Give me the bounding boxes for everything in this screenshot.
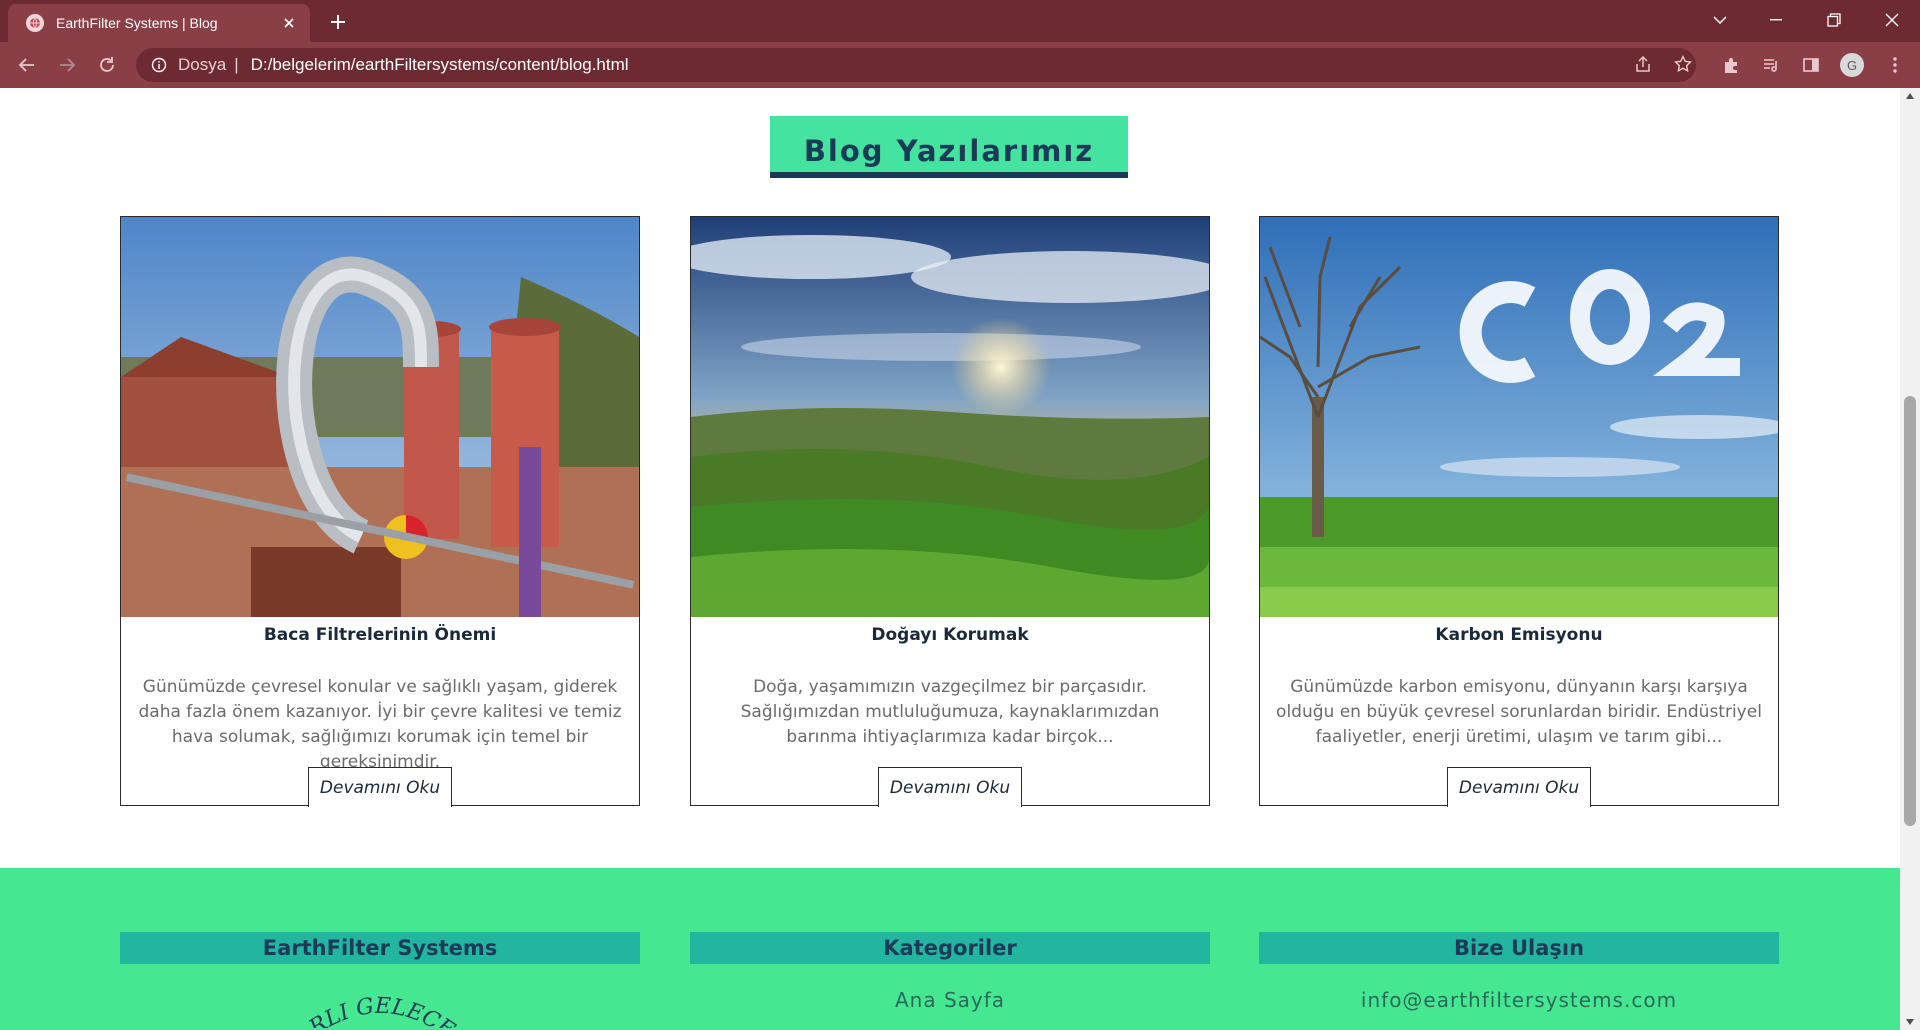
media-queue-icon[interactable] bbox=[1756, 50, 1786, 80]
footer-col-categories: Kategoriler Ana Sayfa bbox=[690, 932, 1210, 1012]
back-arrow-icon[interactable] bbox=[12, 50, 42, 80]
blog-heading-text: Blog Yazılarımız bbox=[803, 134, 1095, 168]
site-footer: EarthFilter Systems ...RLI GELECEK Kateg… bbox=[0, 868, 1900, 1030]
read-more-button[interactable]: Devamını Oku bbox=[1447, 767, 1591, 807]
info-icon[interactable] bbox=[150, 56, 168, 74]
blog-section-heading: Blog Yazılarımız bbox=[770, 116, 1128, 178]
page-viewport: Blog Yazılarımız Baca Filtrelerinin Önem… bbox=[0, 88, 1900, 1030]
bookmark-star-icon[interactable] bbox=[1668, 47, 1698, 81]
restore-icon[interactable] bbox=[1806, 0, 1862, 40]
browser-toolbar: Dosya | D:/belgelerim/earthFiltersystems… bbox=[0, 42, 1920, 88]
sunset-landscape-photo bbox=[691, 217, 1209, 617]
footer-link-home[interactable]: Ana Sayfa bbox=[690, 988, 1210, 1012]
close-tab-icon[interactable] bbox=[280, 14, 298, 32]
footer-col-brand: EarthFilter Systems ...RLI GELECEK bbox=[120, 932, 640, 1028]
tab-bar: EarthFilter Systems | Blog bbox=[0, 0, 1920, 42]
chimney-flue-photo bbox=[121, 217, 639, 617]
post-title[interactable]: Karbon Emisyonu bbox=[1260, 625, 1778, 645]
post-excerpt: Doğa, yaşamımızın vazgeçilmez bir parças… bbox=[740, 677, 1160, 747]
read-more-button[interactable]: Devamını Oku bbox=[308, 767, 452, 807]
reload-icon[interactable] bbox=[92, 50, 122, 80]
footer-logo: ...RLI GELECEK bbox=[120, 988, 640, 1028]
url-text[interactable]: D:/belgelerim/earthFiltersystems/content… bbox=[251, 55, 629, 75]
scroll-up-arrow-icon[interactable] bbox=[1900, 88, 1920, 104]
post-excerpt: Günümüzde karbon emisyonu, dünyanın karş… bbox=[1276, 677, 1762, 747]
address-bar[interactable]: Dosya | D:/belgelerim/earthFiltersystems… bbox=[136, 48, 1696, 82]
scrollbar-thumb[interactable] bbox=[1904, 396, 1916, 826]
minimize-icon[interactable] bbox=[1748, 0, 1804, 40]
tab-title: EarthFilter Systems | Blog bbox=[56, 15, 218, 31]
post-excerpt: Günümüzde çevresel konular ve sağlıklı y… bbox=[138, 677, 622, 772]
post-title[interactable]: Doğayı Korumak bbox=[691, 625, 1209, 645]
tab-search-icon[interactable] bbox=[1692, 0, 1748, 40]
footer-contact-heading: Bize Ulaşın bbox=[1259, 932, 1779, 964]
footer-brand-heading: EarthFilter Systems bbox=[120, 932, 640, 964]
post-title[interactable]: Baca Filtrelerinin Önemi bbox=[121, 625, 639, 645]
scheme-separator: | bbox=[234, 55, 239, 74]
side-panel-icon[interactable] bbox=[1796, 50, 1826, 80]
footer-categories-heading: Kategoriler bbox=[690, 932, 1210, 964]
forward-arrow-icon[interactable] bbox=[52, 50, 82, 80]
new-tab-icon[interactable] bbox=[324, 8, 352, 36]
page-scrollbar[interactable] bbox=[1900, 88, 1920, 1030]
blog-card-carbon-emission: Karbon Emisyonu Günümüzde karbon emisyon… bbox=[1259, 216, 1779, 807]
browser-tab-active[interactable]: EarthFilter Systems | Blog bbox=[8, 4, 310, 42]
blog-card-protect-nature: Doğayı Korumak Doğa, yaşamımızın vazgeçi… bbox=[690, 216, 1210, 807]
scroll-down-arrow-icon[interactable] bbox=[1900, 1014, 1920, 1030]
footer-col-contact: Bize Ulaşın info@earthfiltersystems.com bbox=[1259, 932, 1779, 1012]
extensions-icon[interactable] bbox=[1716, 50, 1746, 80]
blog-card-chimney-filters: Baca Filtrelerinin Önemi Günümüzde çevre… bbox=[120, 216, 640, 807]
co2-cloud-tree-photo bbox=[1260, 217, 1778, 617]
globe-icon bbox=[26, 14, 44, 32]
close-window-icon[interactable] bbox=[1864, 0, 1920, 40]
share-icon[interactable] bbox=[1628, 47, 1658, 81]
read-more-button[interactable]: Devamını Oku bbox=[878, 767, 1022, 807]
profile-avatar[interactable]: G bbox=[1840, 53, 1864, 77]
svg-text:...RLI GELECEK: ...RLI GELECEK bbox=[286, 994, 474, 1028]
scheme-label: Dosya bbox=[178, 55, 227, 74]
footer-email-link[interactable]: info@earthfiltersystems.com bbox=[1259, 988, 1779, 1012]
menu-kebab-icon[interactable] bbox=[1880, 50, 1910, 80]
